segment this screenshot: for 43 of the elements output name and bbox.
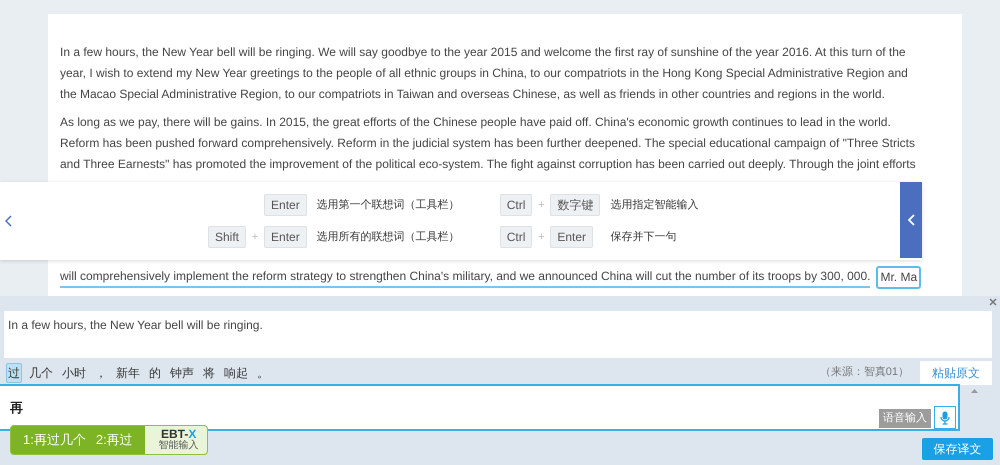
key-cap: Enter	[264, 226, 307, 248]
microphone-button[interactable]	[934, 406, 956, 429]
source-text: In a few hours, the New Year bell will be ringing.	[4, 311, 992, 358]
microphone-icon	[940, 410, 950, 424]
text-line: year, I wish to extend my New Year greetings to the people of all ethnic groups in China, to our compatriots in the Hong Kong Special Administrative Region and	[60, 65, 909, 82]
key-cap: Shift	[208, 226, 246, 248]
shortcut-description: 选用第一个联想词（工具栏）	[316, 198, 460, 213]
plus-sign: +	[537, 198, 546, 213]
text-line: and Three Earnests" has promoted the improvement of the political eco-system. The fight against corruption has been carried out deeply. Through the joint efforts	[60, 156, 917, 173]
chevron-left-icon[interactable]	[5, 215, 12, 227]
shortcut-description: 选用所有的联想词（工具栏）	[316, 230, 460, 245]
word-token[interactable]: 响起	[222, 362, 250, 382]
close-icon[interactable]	[989, 298, 997, 306]
key-cap: 数字键	[550, 194, 600, 216]
word-token[interactable]: 过	[6, 362, 22, 382]
scroll-up-icon[interactable]	[971, 388, 978, 393]
word-token[interactable]: 将	[201, 362, 217, 382]
text-line: Reform has been pushed forward comprehensively. Reform in the judicial system has been further deepened. The special educational campaign of "Three Stricts	[60, 135, 916, 152]
shortcut-description: 保存并下一句	[609, 230, 678, 245]
text-line: As long as we pay, there will be gains. In 2015, the great efforts of the Chinese people have paid off. China's economic growth continues to lead in the world.	[60, 114, 892, 131]
text-line: the Macao Special Administrative Region, to our compatriots in Taiwan and overseas Chinese, as well as friends in other countries and regions in the world.	[60, 86, 886, 103]
plus-sign: +	[250, 230, 260, 245]
word-token[interactable]: 小时	[60, 362, 88, 382]
chevron-left-icon	[908, 214, 914, 226]
brand-name: EBT-X	[161, 428, 196, 440]
key-cap: Enter	[550, 226, 594, 248]
word-token[interactable]: 的	[147, 362, 163, 382]
word-token[interactable]: 几个	[27, 362, 55, 382]
shortcut-description: 选用指定智能输入	[609, 198, 698, 213]
brand-subtitle: 智能输入	[158, 440, 199, 452]
plus-sign: +	[537, 230, 546, 245]
key-cap: Ctrl	[500, 194, 532, 216]
voice-input-tooltip: 语音输入	[879, 409, 931, 428]
word-token[interactable]: 。	[255, 362, 271, 382]
source-label: （来源：智真01）	[820, 365, 909, 380]
text-line: In a few hours, the New Year bell will be ringing. We will say goodbye to the year 2015 and welcome the first ray of sunshine of the year 2016. At this turn of the	[60, 44, 907, 61]
word-token[interactable]: 钟声	[168, 362, 196, 382]
word-token[interactable]: ，	[93, 362, 109, 382]
key-cap: Ctrl	[500, 226, 532, 248]
word-token[interactable]: 新年	[114, 362, 142, 382]
current-segment[interactable]: will comprehensively implement the reform strategy to strengthen China's military, and we announced China will cut the number of its troops by 300, 000.	[60, 267, 870, 288]
next-segment[interactable]: Mr. Ma	[876, 266, 922, 289]
key-cap: Enter	[264, 194, 307, 216]
